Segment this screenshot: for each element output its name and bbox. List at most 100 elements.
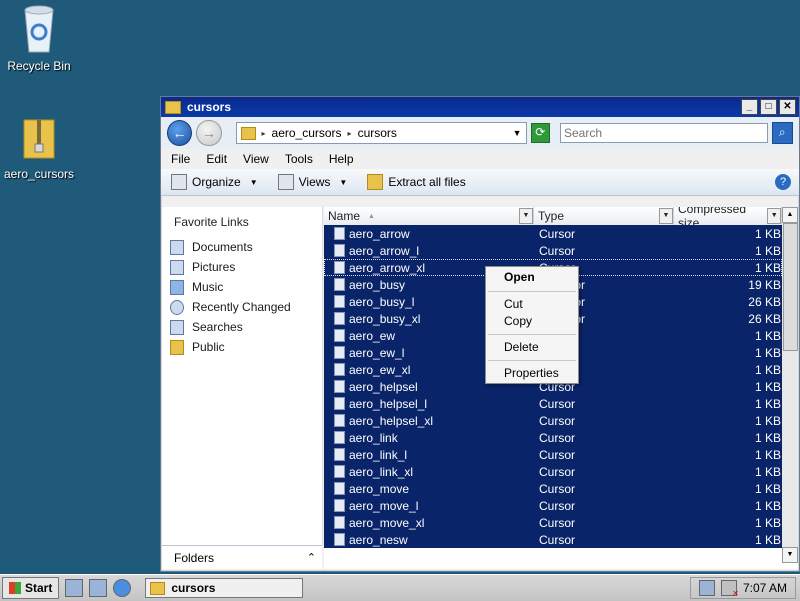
menu-view[interactable]: View	[243, 152, 269, 166]
menu-item-copy[interactable]: Copy	[486, 313, 578, 330]
fav-documents[interactable]: Documents	[162, 237, 322, 257]
file-row[interactable]: aero_helpsel_xl Cursor 1 KB	[324, 412, 782, 429]
zip-folder-icon	[367, 174, 384, 190]
menu-item-properties[interactable]: Properties	[486, 365, 578, 382]
search-input[interactable]	[559, 123, 768, 143]
column-header-name[interactable]: Name ▲ ▼	[324, 207, 534, 225]
internet-explorer-icon[interactable]	[113, 579, 132, 597]
folders-toggle[interactable]: Folders ⌃	[162, 545, 322, 569]
column-header-compressed-size[interactable]: Compressed size ▼	[674, 207, 782, 230]
menu-item-cut[interactable]: Cut	[486, 296, 578, 313]
file-row[interactable]: aero_move_xl Cursor 1 KB	[324, 514, 782, 531]
column-header-type[interactable]: Type ▼	[534, 207, 674, 225]
vertical-scrollbar[interactable]: ▲ ▼	[782, 207, 798, 563]
file-row[interactable]: aero_arrow Cursor 1 KB	[324, 225, 782, 242]
file-row[interactable]: aero_nesw Cursor 1 KB	[324, 531, 782, 548]
start-button[interactable]: Start	[2, 577, 60, 599]
scroll-thumb[interactable]	[783, 223, 798, 351]
menu-item-open[interactable]: Open	[486, 267, 578, 287]
file-size: 1 KB	[754, 260, 781, 275]
folder-icon	[240, 126, 256, 140]
fav-music[interactable]: Music	[162, 277, 322, 297]
breadcrumb-cursors[interactable]: cursors	[358, 126, 397, 140]
fav-pictures[interactable]: Pictures	[162, 257, 322, 277]
minimize-button[interactable]: _	[741, 99, 758, 115]
file-name: aero_nesw	[349, 532, 408, 547]
refresh-button[interactable]: ⟳	[530, 123, 550, 143]
extract-all-button[interactable]: Extract all files	[367, 174, 466, 190]
window-body: Favorite Links Documents Pictures Music …	[162, 207, 798, 571]
address-dropdown-icon[interactable]: ▼	[513, 128, 522, 138]
file-row[interactable]: aero_move_l Cursor 1 KB	[324, 497, 782, 514]
music-icon	[170, 279, 184, 295]
maximize-button[interactable]: □	[760, 99, 777, 115]
scroll-down-button[interactable]: ▼	[782, 547, 798, 563]
fav-label: Pictures	[192, 260, 236, 274]
menu-bar: File Edit View Tools Help	[161, 149, 799, 169]
volume-muted-icon[interactable]	[720, 580, 739, 598]
close-button[interactable]: ✕	[779, 99, 796, 115]
cursor-file-icon	[334, 431, 345, 444]
menu-separator	[488, 291, 576, 292]
menu-item-delete[interactable]: Delete	[486, 339, 578, 356]
file-row[interactable]: aero_link_l Cursor 1 KB	[324, 446, 782, 463]
file-size: 19 KB	[748, 277, 781, 292]
fav-public[interactable]: Public	[162, 337, 322, 357]
window-title: cursors	[187, 100, 232, 114]
fav-searches[interactable]: Searches	[162, 317, 322, 337]
cursor-file-icon	[334, 329, 345, 342]
file-size: 1 KB	[754, 379, 781, 394]
search-button[interactable]: ⌕	[771, 122, 793, 144]
desktop-icon-recycle-bin[interactable]: Recycle Bin	[0, 4, 84, 73]
column-headers: Name ▲ ▼ Type ▼ Compressed size ▼	[324, 207, 798, 230]
show-desktop-icon[interactable]	[65, 579, 84, 597]
server-manager-icon[interactable]	[89, 579, 108, 597]
column-filter-dropdown[interactable]: ▼	[519, 208, 533, 224]
address-bar[interactable]: ▸ aero_cursors ▸ cursors ▼	[235, 122, 527, 144]
file-type: Cursor	[539, 481, 576, 496]
menu-help[interactable]: Help	[329, 152, 354, 166]
file-row[interactable]: aero_move Cursor 1 KB	[324, 480, 782, 497]
network-icon[interactable]	[698, 580, 715, 596]
menu-edit[interactable]: Edit	[206, 152, 227, 166]
back-button[interactable]: ←	[167, 120, 193, 146]
file-row[interactable]: aero_link Cursor 1 KB	[324, 429, 782, 446]
taskbar-button-label: cursors	[171, 581, 216, 595]
menu-tools[interactable]: Tools	[285, 152, 313, 166]
cursor-file-icon	[334, 295, 345, 308]
column-name-label: Name	[328, 209, 361, 223]
forward-arrow-icon: →	[201, 125, 216, 141]
file-type: Cursor	[539, 226, 576, 241]
scroll-up-button[interactable]: ▲	[782, 207, 798, 223]
cursor-file-icon	[334, 244, 345, 257]
column-filter-dropdown[interactable]: ▼	[659, 208, 673, 224]
cursor-file-icon	[334, 363, 345, 376]
fav-recently-changed[interactable]: Recently Changed	[162, 297, 322, 317]
file-row[interactable]: aero_arrow_l Cursor 1 KB	[324, 242, 782, 259]
file-type: Cursor	[539, 243, 576, 258]
file-size: 1 KB	[754, 243, 781, 258]
organize-button[interactable]: Organize ▼	[171, 174, 258, 190]
forward-button[interactable]: →	[196, 120, 222, 146]
file-size: 1 KB	[754, 464, 781, 479]
file-row[interactable]: aero_link_xl Cursor 1 KB	[324, 463, 782, 480]
taskbar-button-cursors[interactable]: cursors	[145, 578, 304, 598]
file-size: 1 KB	[754, 362, 781, 377]
desktop-icon-label: Recycle Bin	[7, 59, 71, 73]
file-name: aero_move_xl	[349, 515, 425, 530]
clock[interactable]: 7:07 AM	[743, 581, 787, 595]
menu-file[interactable]: File	[171, 152, 190, 166]
desktop-icon-label: aero_cursors	[3, 167, 75, 181]
desktop-icon-aero-cursors[interactable]: aero_cursors	[0, 116, 84, 181]
file-type: Cursor	[539, 515, 576, 530]
fav-label: Music	[192, 280, 224, 294]
chevron-down-icon: ▼	[339, 177, 348, 187]
title-bar[interactable]: cursors _ □ ✕	[161, 97, 799, 117]
help-button[interactable]: ?	[775, 174, 791, 190]
file-row[interactable]: aero_helpsel_l Cursor 1 KB	[324, 395, 782, 412]
column-filter-dropdown[interactable]: ▼	[767, 208, 781, 224]
zip-folder-icon	[23, 119, 55, 159]
views-button[interactable]: Views ▼	[277, 174, 348, 190]
breadcrumb-aero-cursors[interactable]: aero_cursors	[272, 126, 342, 140]
cursor-file-icon	[334, 465, 345, 478]
